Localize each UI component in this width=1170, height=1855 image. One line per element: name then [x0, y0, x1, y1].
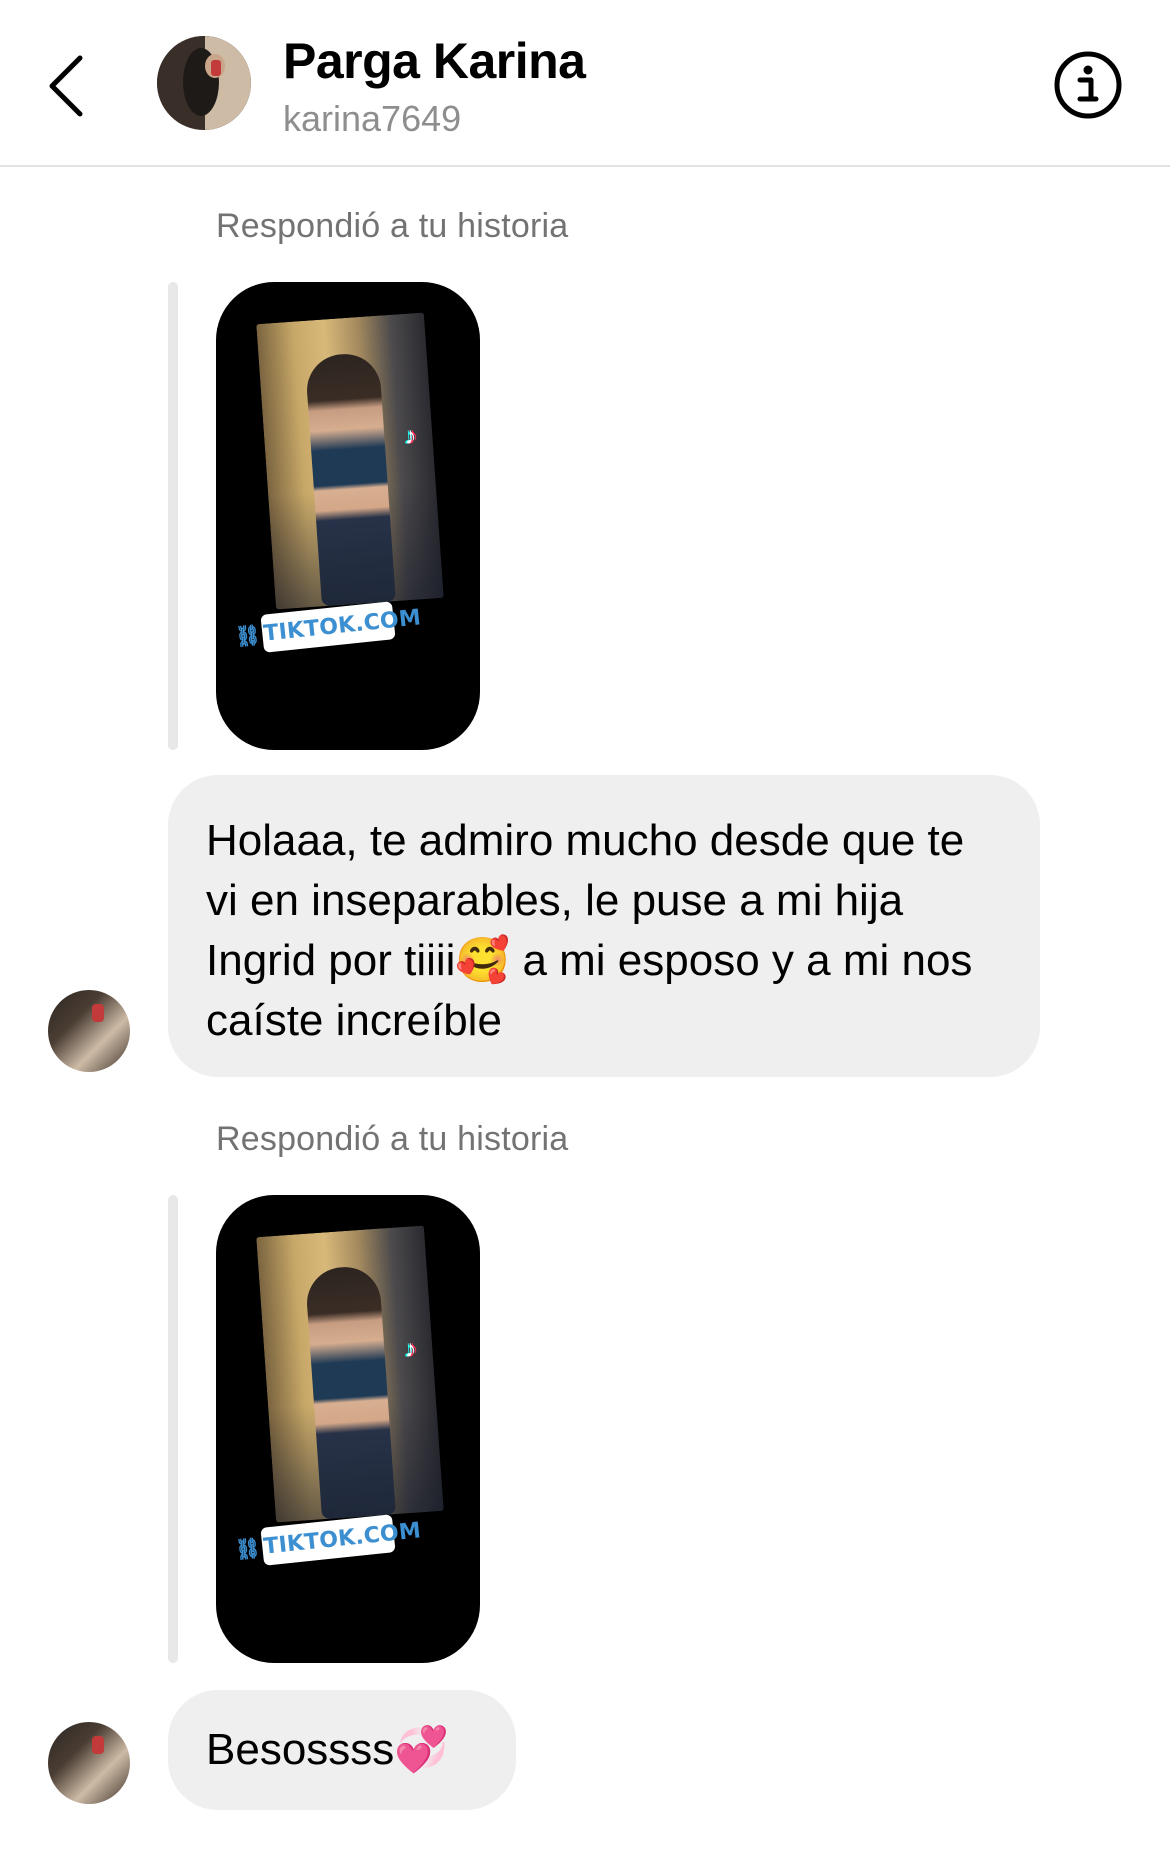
chat-header: Parga Karina karina7649 — [0, 0, 1170, 167]
reply-quote-bar — [168, 282, 178, 750]
story-link-label: TIKTOK.COM — [262, 604, 423, 647]
story-person-figure — [304, 351, 396, 607]
message-bubble[interactable]: Holaaa, te admiro mucho desde que te vi … — [168, 775, 1040, 1077]
story-photo: ♪ — [256, 1225, 444, 1523]
story-link-label: TIKTOK.COM — [262, 1517, 423, 1560]
back-button[interactable] — [44, 50, 94, 120]
story-reply-caption: Respondió a tu historia — [216, 1120, 569, 1158]
info-circle-icon — [1054, 51, 1122, 119]
sender-avatar[interactable] — [48, 1722, 130, 1804]
avatar-phone-accent — [92, 1004, 104, 1022]
message-bubble[interactable]: Besossss💞 — [168, 1690, 516, 1810]
avatar-photo — [157, 36, 251, 130]
story-person-figure — [304, 1264, 396, 1520]
story-photo: ♪ — [256, 312, 444, 610]
info-button[interactable] — [1053, 50, 1123, 120]
contact-name[interactable]: Parga Karina — [283, 32, 586, 90]
dm-thread-screen: Parga Karina karina7649 Respondió a tu h… — [0, 0, 1170, 1855]
sender-avatar[interactable] — [48, 990, 130, 1072]
story-reply-caption: Respondió a tu historia — [216, 207, 569, 245]
contact-avatar[interactable] — [157, 36, 251, 130]
chevron-left-icon — [49, 55, 83, 117]
tiktok-logo-icon: ♪ — [403, 422, 418, 451]
link-icon: ⛓ — [233, 622, 262, 649]
story-thumbnail[interactable]: ♪ ⛓ TIKTOK.COM — [216, 282, 480, 750]
avatar-phone-accent — [92, 1736, 104, 1754]
contact-username[interactable]: karina7649 — [283, 98, 461, 140]
tiktok-logo-icon: ♪ — [403, 1335, 418, 1364]
story-thumbnail[interactable]: ♪ ⛓ TIKTOK.COM — [216, 1195, 480, 1663]
link-icon: ⛓ — [233, 1535, 262, 1562]
reply-quote-bar — [168, 1195, 178, 1663]
